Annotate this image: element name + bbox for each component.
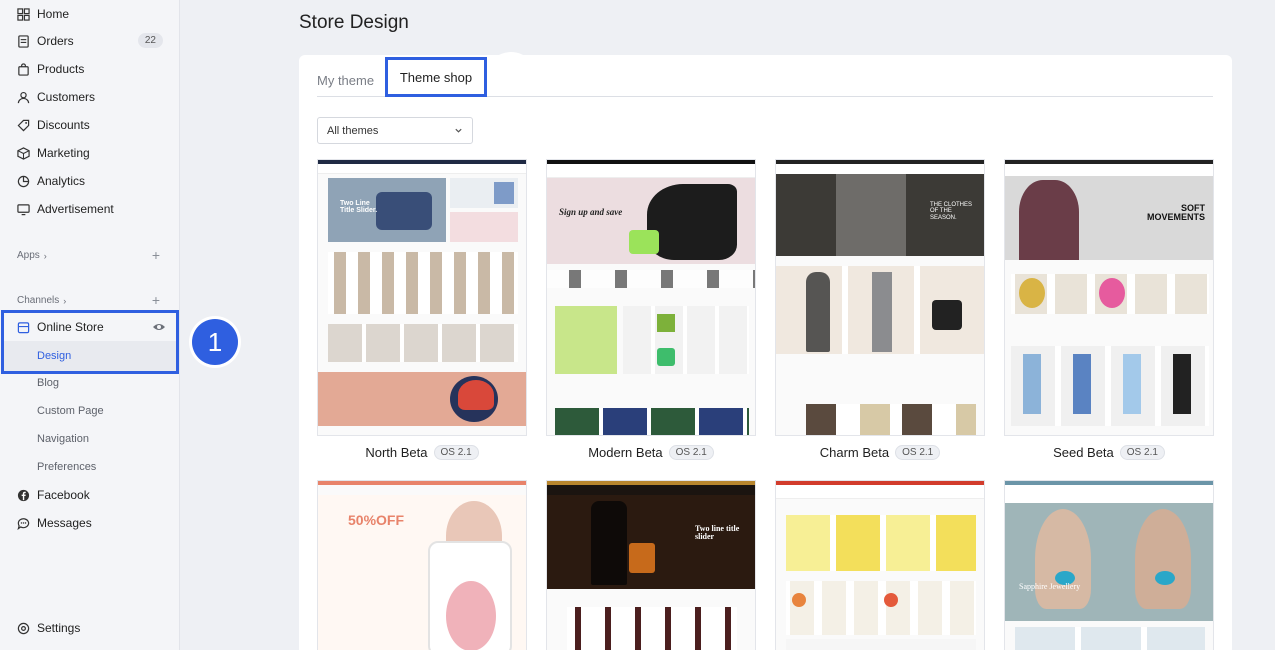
theme-version-badge: OS 2.1 bbox=[895, 445, 941, 460]
sidebar-item-messages[interactable]: Messages bbox=[0, 509, 180, 537]
sidebar-subitem-preferences[interactable]: Preferences bbox=[0, 453, 180, 481]
sidebar-item-label: Messages bbox=[37, 516, 92, 530]
theme-preview[interactable]: Two line title slider bbox=[546, 480, 756, 650]
receipt-icon bbox=[17, 34, 30, 48]
theme-hero-text: Sign up and save bbox=[559, 207, 623, 217]
channels-section-toggle[interactable]: Channels › bbox=[17, 295, 66, 306]
theme-hero-text: THE CLOTHES OF THE SEASON. bbox=[930, 202, 973, 221]
theme-hero-text: SOFT MOVEMENTS bbox=[1146, 203, 1205, 223]
chevron-right-icon: › bbox=[63, 295, 67, 306]
chat-icon bbox=[17, 517, 30, 530]
theme-preview[interactable] bbox=[775, 480, 985, 650]
sidebar-item-products[interactable]: Products bbox=[0, 55, 180, 83]
online-store-highlight bbox=[1, 310, 179, 374]
sidebar-item-analytics[interactable]: Analytics bbox=[0, 167, 180, 195]
sidebar-item-label: Marketing bbox=[37, 146, 90, 160]
gear-icon bbox=[17, 622, 30, 635]
tab-theme-shop[interactable]: Theme shop bbox=[385, 57, 487, 97]
step-marker-1: 1 bbox=[192, 319, 238, 365]
theme-version-badge: OS 2.1 bbox=[433, 445, 479, 460]
sidebar-subitem-blog[interactable]: Blog bbox=[0, 369, 180, 397]
theme-version-badge: OS 2.1 bbox=[1119, 445, 1165, 460]
tag-icon bbox=[17, 119, 30, 132]
sidebar-item-label: Customers bbox=[37, 90, 96, 104]
facebook-icon bbox=[17, 489, 30, 502]
sidebar-item-discounts[interactable]: Discounts bbox=[0, 111, 180, 139]
sidebar-item-label: Advertisement bbox=[37, 202, 114, 216]
sidebar: Home Orders 22 Products Customers Discou… bbox=[0, 0, 180, 650]
monitor-icon bbox=[17, 203, 30, 216]
sidebar-item-advertisement[interactable]: Advertisement bbox=[0, 195, 180, 223]
theme-preview[interactable]: 50%OFF bbox=[317, 480, 527, 650]
theme-name: Modern Beta bbox=[588, 445, 663, 460]
theme-version-badge: OS 2.1 bbox=[668, 445, 714, 460]
chevron-right-icon: › bbox=[43, 250, 47, 261]
theme-hero-text: Two Line Title Slider. bbox=[340, 200, 378, 215]
theme-name: Seed Beta bbox=[1053, 445, 1114, 460]
sidebar-item-home[interactable]: Home bbox=[0, 0, 180, 28]
theme-preview[interactable]: Sapphire Jewellery bbox=[1004, 480, 1214, 650]
theme-preview[interactable]: SOFT MOVEMENTS bbox=[1004, 159, 1214, 436]
theme-filter-select[interactable]: All themes bbox=[317, 117, 473, 144]
sidebar-item-label: Settings bbox=[37, 621, 81, 635]
theme-hero-text: Sapphire Jewellery bbox=[1019, 582, 1081, 591]
sidebar-subitem-custom-page[interactable]: Custom Page bbox=[0, 397, 180, 425]
sidebar-item-facebook[interactable]: Facebook bbox=[0, 481, 180, 509]
chevron-down-icon bbox=[455, 128, 462, 133]
bag-icon bbox=[17, 62, 30, 76]
theme-name: Charm Beta bbox=[819, 445, 890, 460]
apps-section-toggle[interactable]: Apps › bbox=[17, 250, 47, 261]
sidebar-item-settings[interactable]: Settings bbox=[0, 614, 180, 642]
pie-chart-icon bbox=[17, 175, 30, 188]
theme-preview[interactable]: Two Line Title Slider. bbox=[317, 159, 527, 436]
sidebar-item-marketing[interactable]: Marketing bbox=[0, 139, 180, 167]
tab-my-theme[interactable]: My theme bbox=[317, 73, 374, 88]
page-title: Store Design bbox=[299, 12, 409, 33]
orders-count-badge: 22 bbox=[137, 33, 163, 48]
box-icon bbox=[17, 146, 30, 160]
sidebar-item-customers[interactable]: Customers bbox=[0, 83, 180, 111]
theme-preview[interactable]: Sign up and save bbox=[546, 159, 756, 436]
theme-preview[interactable]: THE CLOTHES OF THE SEASON. bbox=[775, 159, 985, 436]
sidebar-item-label: Products bbox=[37, 62, 85, 76]
sidebar-subitem-navigation[interactable]: Navigation bbox=[0, 425, 180, 453]
sidebar-item-orders[interactable]: Orders 22 bbox=[0, 27, 180, 55]
theme-hero-text bbox=[786, 481, 787, 482]
sidebar-item-label: Analytics bbox=[37, 174, 86, 188]
grid-icon bbox=[17, 7, 30, 21]
add-channel-button[interactable]: + bbox=[152, 293, 160, 307]
sidebar-item-label: Orders bbox=[37, 34, 74, 48]
theme-hero-text: Two line title slider bbox=[695, 524, 740, 542]
theme-panel: My theme Theme shop All themes Two Line … bbox=[299, 55, 1232, 650]
theme-name: North Beta bbox=[365, 445, 428, 460]
theme-hero-text: 50%OFF bbox=[348, 512, 405, 528]
sidebar-item-label: Home bbox=[37, 7, 70, 21]
sidebar-item-label: Facebook bbox=[37, 488, 90, 502]
person-icon bbox=[17, 91, 30, 104]
add-app-button[interactable]: + bbox=[152, 248, 160, 262]
sidebar-item-label: Discounts bbox=[37, 118, 90, 132]
